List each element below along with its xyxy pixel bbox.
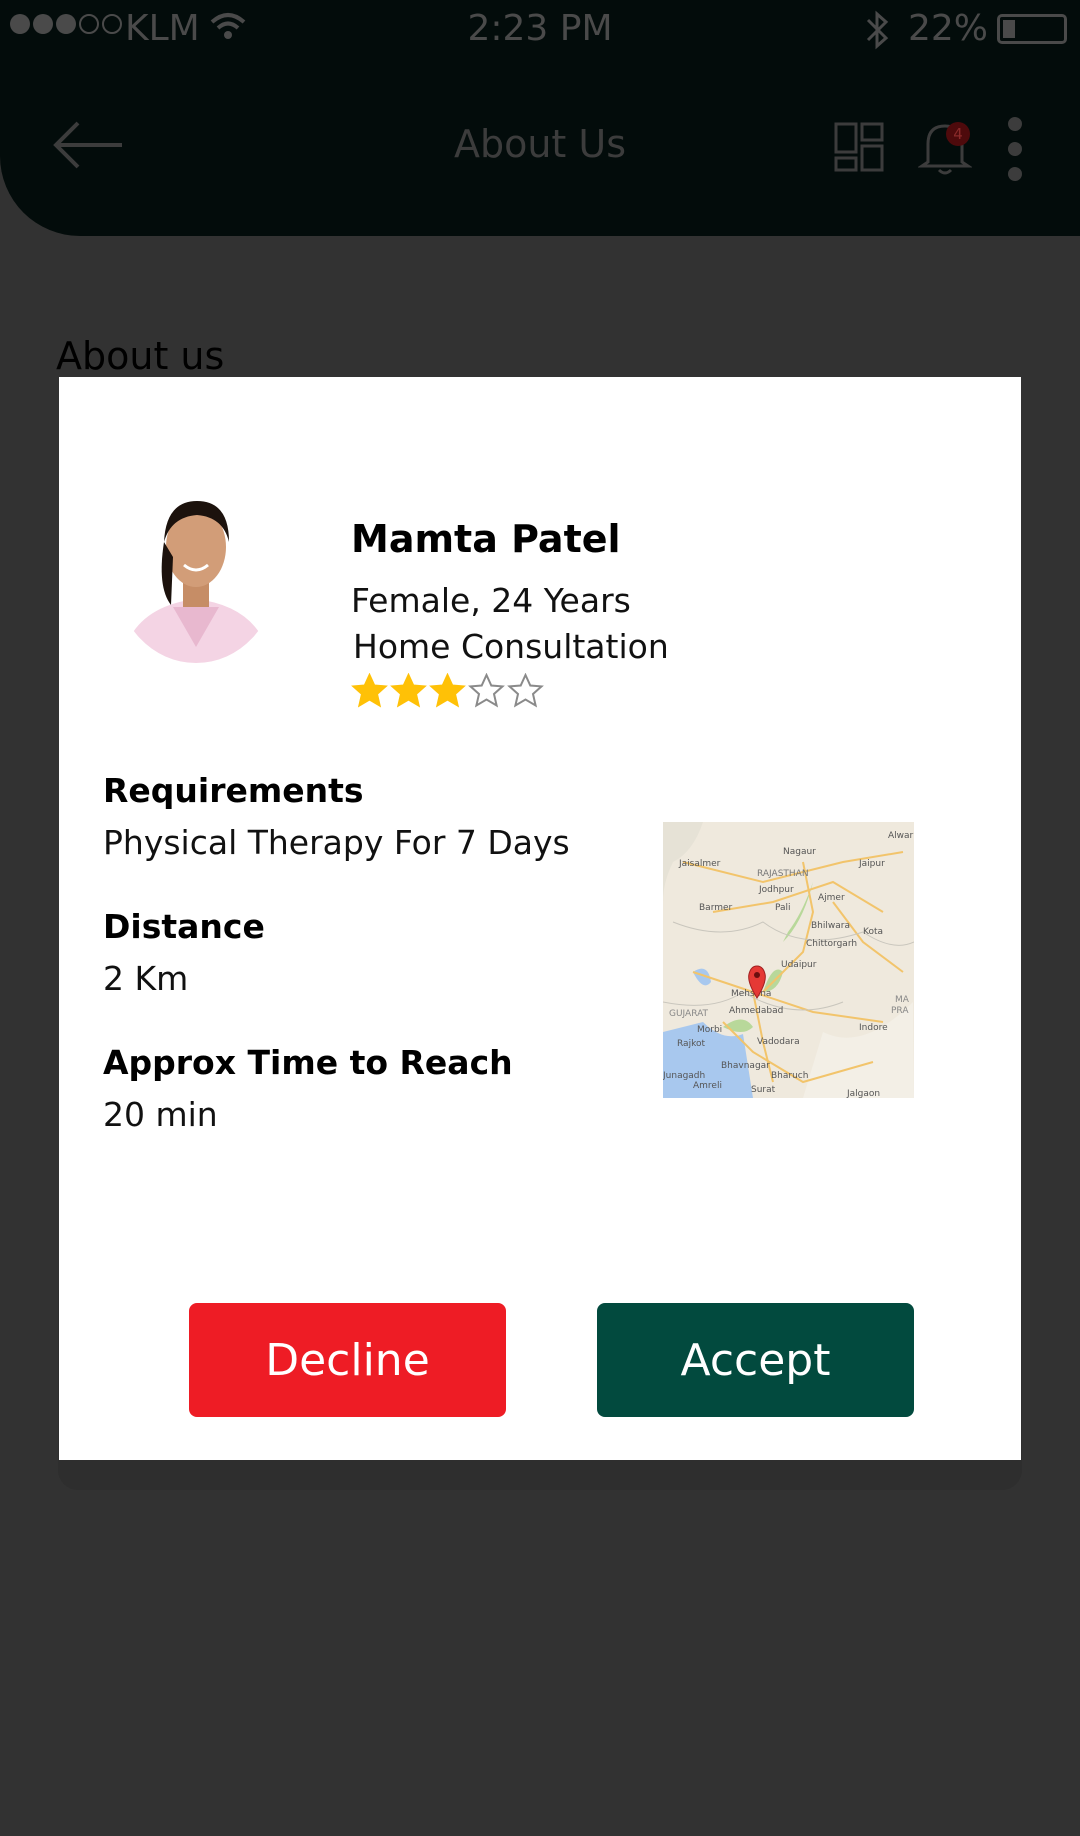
map-label: Surat bbox=[751, 1085, 776, 1095]
requirements-value: Physical Therapy For 7 Days bbox=[103, 823, 570, 862]
approx-time-value: 20 min bbox=[103, 1095, 218, 1134]
map-label: Ahmedabad bbox=[729, 1006, 783, 1016]
map-label: Junagadh bbox=[663, 1071, 705, 1081]
star-empty-icon bbox=[468, 673, 505, 708]
status-bar: KLM 2:23 PM 22% bbox=[0, 0, 1080, 60]
map-label: Bharuch bbox=[771, 1071, 808, 1081]
consultation-type: Home Consultation bbox=[353, 627, 669, 666]
background-heading: About us bbox=[56, 334, 225, 378]
profile-name: Mamta Patel bbox=[351, 517, 621, 561]
notification-badge: 4 bbox=[946, 122, 970, 146]
map-label: Bhilwara bbox=[811, 921, 850, 931]
map-label: Jaipur bbox=[858, 859, 885, 869]
avatar bbox=[116, 491, 276, 663]
battery-percent: 22% bbox=[908, 8, 989, 49]
distance-label: Distance bbox=[103, 907, 265, 946]
star-filled-icon bbox=[351, 673, 388, 708]
map-label: Jodhpur bbox=[758, 885, 794, 895]
map-label: Pali bbox=[775, 903, 791, 913]
map-label: Bhavnagar bbox=[721, 1061, 770, 1071]
map-label: Amreli bbox=[693, 1081, 722, 1091]
map-label: Ajmer bbox=[818, 893, 845, 903]
map-label: Chittorgarh bbox=[806, 939, 857, 949]
more-vertical-icon[interactable] bbox=[1005, 116, 1025, 182]
distance-value: 2 Km bbox=[103, 959, 189, 998]
location-map[interactable]: Nagaur Alwar Jaisalmer Jaipur RAJASTHAN … bbox=[663, 822, 914, 1098]
map-label: Vadodara bbox=[757, 1037, 800, 1047]
profile-gender-age: Female, 24 Years bbox=[351, 581, 631, 620]
battery-icon bbox=[997, 14, 1067, 44]
request-modal: Mamta Patel Female, 24 Years Home Consul… bbox=[59, 377, 1021, 1460]
decline-button[interactable]: Decline bbox=[189, 1303, 506, 1417]
map-label: Udaipur bbox=[781, 960, 817, 970]
map-label: Indore bbox=[859, 1023, 888, 1033]
star-empty-icon bbox=[507, 673, 544, 708]
map-label: Jaisalmer bbox=[678, 859, 721, 869]
requirements-label: Requirements bbox=[103, 771, 364, 810]
accept-button[interactable]: Accept bbox=[597, 1303, 914, 1417]
approx-time-label: Approx Time to Reach bbox=[103, 1043, 513, 1082]
star-filled-icon bbox=[390, 673, 427, 708]
map-label: RAJASTHAN bbox=[757, 869, 809, 879]
map-label: PRA bbox=[891, 1006, 909, 1016]
app-header: About Us 4 bbox=[0, 60, 1080, 236]
star-rating bbox=[351, 673, 544, 709]
grid-icon[interactable] bbox=[834, 122, 884, 172]
map-label: GUJARAT bbox=[669, 1009, 709, 1019]
map-label: Barmer bbox=[699, 903, 733, 913]
map-label: MA bbox=[895, 995, 910, 1005]
map-label: Mehsana bbox=[731, 989, 771, 999]
map-label: Jalgaon bbox=[846, 1089, 880, 1098]
map-label: Nagaur bbox=[783, 847, 816, 857]
bluetooth-icon bbox=[866, 10, 889, 50]
star-filled-icon bbox=[429, 673, 466, 708]
map-label: Morbi bbox=[697, 1025, 722, 1035]
map-label: Rajkot bbox=[677, 1039, 705, 1049]
map-label: Alwar bbox=[888, 831, 914, 841]
map-label: Kota bbox=[863, 927, 883, 937]
